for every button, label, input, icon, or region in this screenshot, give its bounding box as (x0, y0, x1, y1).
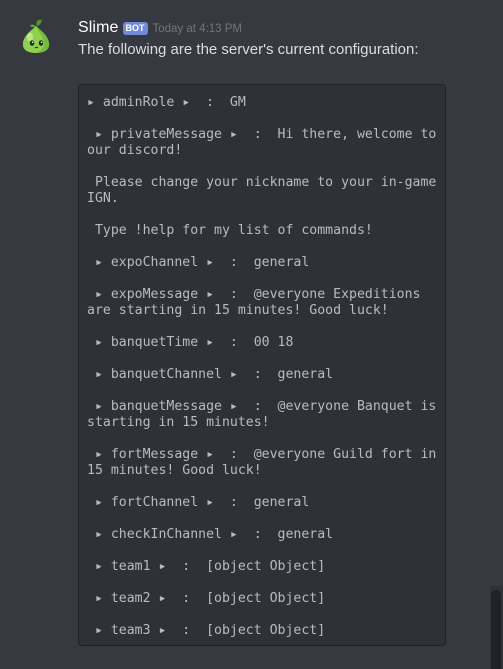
config-line: ▸ team3 ▸ : [object Object] (87, 623, 326, 638)
config-line: ▸ banquetChannel ▸ : general (87, 367, 334, 382)
config-line: ▸ team2 ▸ : [object Object] (87, 591, 326, 606)
config-line: starting in 15 minutes! (87, 415, 270, 430)
config-line: ▸ adminRole ▸ : GM (87, 95, 246, 110)
scrollbar-thumb[interactable] (491, 590, 501, 669)
config-line: our discord! (87, 143, 183, 158)
config-line: ▸ banquetMessage ▸ : @everyone Banquet i… (87, 399, 437, 414)
config-line: 15 minutes! Good luck! (87, 463, 262, 478)
config-line: ▸ fortChannel ▸ : general (87, 495, 310, 510)
config-line: are starting in 15 minutes! Good luck! (87, 303, 389, 318)
config-line: ▸ expoMessage ▸ : @everyone Expeditions (87, 287, 421, 302)
config-line: ▸ fortMessage ▸ : @everyone Guild fort i… (87, 447, 437, 462)
config-line: ▸ checkInChannel ▸ : general (87, 527, 334, 542)
chat-message: Slime BOT Today at 4:13 PM The following… (0, 0, 503, 669)
config-line: ▸ banquetTime ▸ : 00 18 (87, 335, 294, 350)
config-line: ▸ team1 ▸ : [object Object] (87, 559, 326, 574)
message-text: The following are the server's current c… (78, 41, 419, 58)
bot-badge: BOT (122, 21, 148, 35)
author-username[interactable]: Slime (78, 19, 119, 37)
config-line: ▸ expoChannel ▸ : general (87, 255, 310, 270)
message-header: Slime BOT Today at 4:13 PM (78, 17, 242, 39)
slime-avatar-icon[interactable] (16, 17, 56, 57)
config-code-block: ▸ adminRole ▸ : GM ▸ privateMessage ▸ : … (78, 84, 446, 646)
config-line: ▸ privateMessage ▸ : Hi there, welcome t… (87, 127, 437, 142)
message-timestamp: Today at 4:13 PM (152, 23, 243, 35)
config-line: Type !help for my list of commands! (87, 223, 373, 238)
config-line: IGN. (87, 191, 119, 206)
config-line: Please change your nickname to your in-g… (87, 175, 437, 190)
